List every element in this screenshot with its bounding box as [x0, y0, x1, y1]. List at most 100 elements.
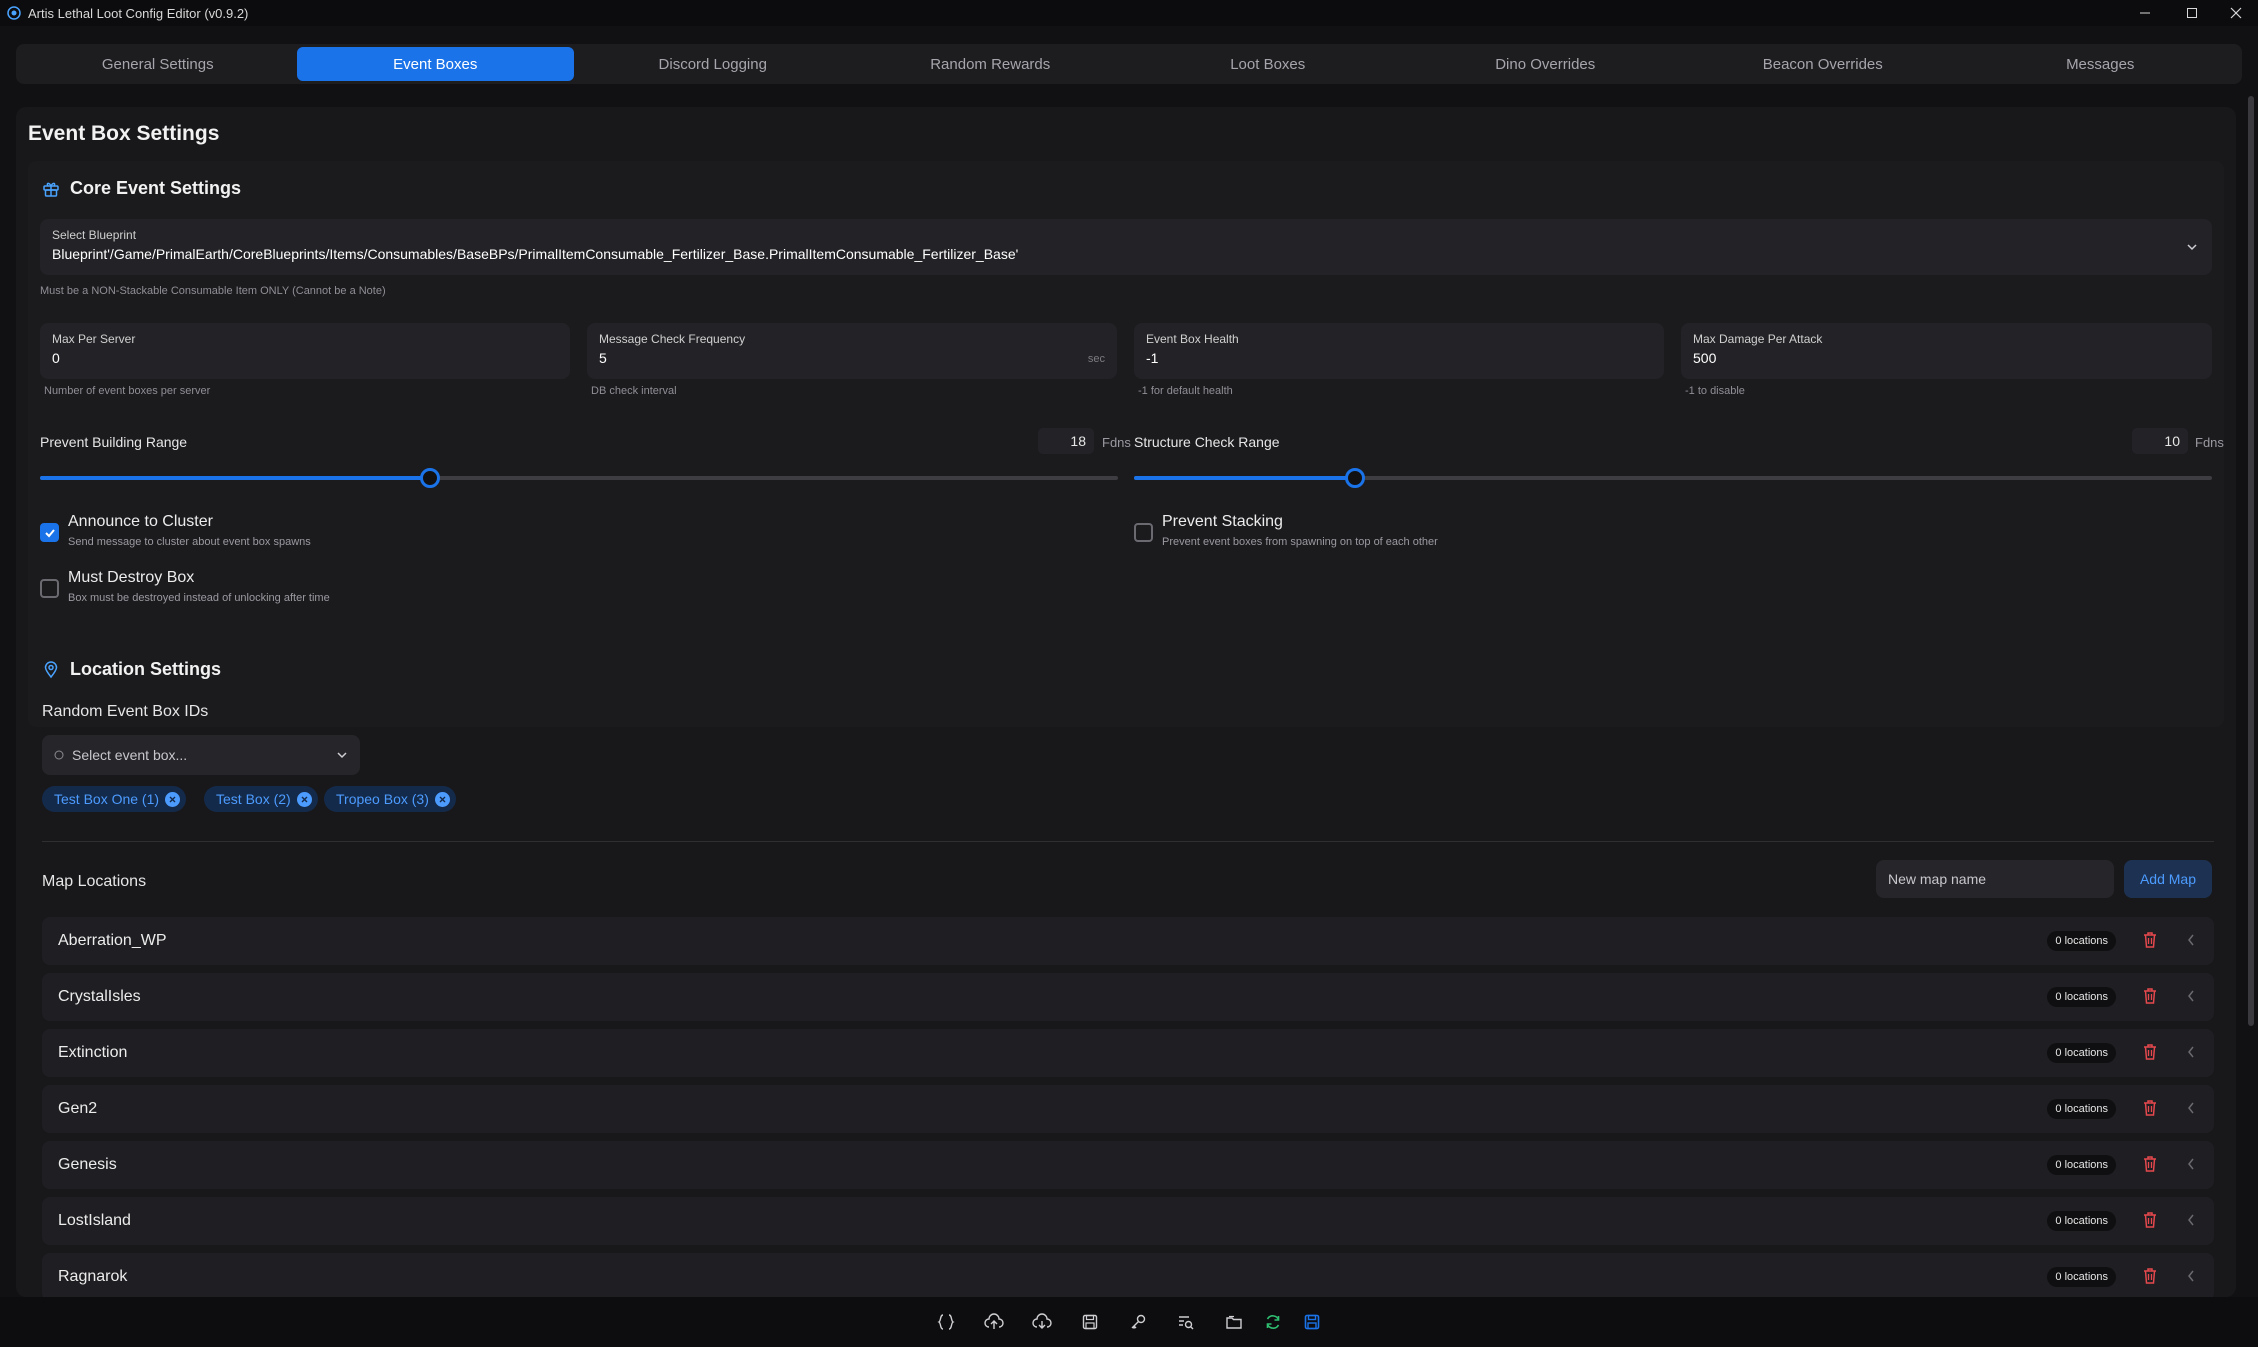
map-row[interactable]: Genesis 0 locations: [42, 1141, 2214, 1189]
message-check-frequency-label: Message Check Frequency: [599, 332, 746, 346]
tab-dino-overrides[interactable]: Dino Overrides: [1407, 47, 1685, 81]
search-list-icon[interactable]: [1162, 1302, 1210, 1342]
message-check-frequency-input[interactable]: Message Check Frequency 5 sec: [587, 323, 1117, 379]
location-settings-card: Location Settings Random Event Box IDs S…: [28, 637, 2224, 1297]
braces-icon[interactable]: [922, 1302, 970, 1342]
must-destroy-box-sub: Box must be destroyed instead of unlocki…: [68, 592, 330, 604]
event-box-health-hint: -1 for default health: [1138, 385, 1233, 397]
map-row[interactable]: Aberration_WP 0 locations: [42, 917, 2214, 965]
key-icon[interactable]: [1114, 1302, 1162, 1342]
tab-messages[interactable]: Messages: [1962, 47, 2240, 81]
prevent-building-range-value[interactable]: 18: [1038, 428, 1094, 454]
blueprint-value: Blueprint'/Game/PrimalEarth/CoreBlueprin…: [52, 246, 1019, 262]
structure-check-range-slider[interactable]: [1134, 468, 2212, 488]
title-bar: Artis Lethal Loot Config Editor (v0.9.2): [0, 0, 2258, 26]
location-count-badge: 0 locations: [2047, 1043, 2116, 1063]
tab-general-settings[interactable]: General Settings: [19, 47, 297, 81]
event-box-health-input[interactable]: Event Box Health -1: [1134, 323, 1664, 379]
map-row[interactable]: CrystalIsles 0 locations: [42, 973, 2214, 1021]
map-name: CrystalIsles: [58, 988, 141, 1005]
map-name: LostIsland: [58, 1212, 131, 1229]
max-per-server-hint: Number of event boxes per server: [44, 385, 211, 397]
chevron-left-icon[interactable]: [2186, 1269, 2196, 1283]
trash-icon[interactable]: [2142, 1211, 2158, 1229]
cloud-upload-icon[interactable]: [970, 1302, 1018, 1342]
event-box-health-label: Event Box Health: [1146, 332, 1239, 346]
map-name: Extinction: [58, 1044, 128, 1061]
map-row[interactable]: Extinction 0 locations: [42, 1029, 2214, 1077]
tab-event-boxes[interactable]: Event Boxes: [296, 47, 574, 81]
chevron-left-icon[interactable]: [2186, 989, 2196, 1003]
tab-random-rewards[interactable]: Random Rewards: [852, 47, 1130, 81]
structure-check-range-thumb[interactable]: [1344, 468, 1365, 488]
window-title: Artis Lethal Loot Config Editor (v0.9.2): [28, 5, 249, 21]
cloud-download-icon[interactable]: [1018, 1302, 1066, 1342]
chip-label: Tropeo Box (3): [336, 791, 429, 807]
max-per-server-input[interactable]: Max Per Server 0: [40, 323, 570, 379]
refresh-icon[interactable]: [1258, 1302, 1288, 1342]
tab-discord-logging[interactable]: Discord Logging: [574, 47, 852, 81]
map-name: Genesis: [58, 1156, 117, 1173]
structure-check-range-unit: Fdns: [2195, 435, 2224, 450]
event-box-chip: Test Box (2): [204, 786, 318, 812]
tab-loot-boxes[interactable]: Loot Boxes: [1129, 47, 1407, 81]
trash-icon[interactable]: [2142, 1043, 2158, 1061]
prevent-building-range-thumb[interactable]: [420, 468, 441, 488]
prevent-building-range-slider[interactable]: [40, 468, 1118, 488]
structure-check-range-value[interactable]: 10: [2132, 428, 2188, 454]
tab-beacon-overrides[interactable]: Beacon Overrides: [1684, 47, 1962, 81]
chip-remove-icon[interactable]: [434, 791, 450, 807]
announce-to-cluster-title: Announce to Cluster: [68, 513, 213, 530]
must-destroy-box-checkbox[interactable]: [40, 579, 59, 598]
maximize-button[interactable]: [2168, 0, 2216, 26]
bottom-toolbar: [0, 1297, 2258, 1347]
event-box-settings-panel: Event Box Settings Core Event Settings S…: [16, 107, 2236, 1297]
checkmark-icon: [44, 528, 55, 537]
map-row[interactable]: Ragnarok 0 locations: [42, 1253, 2214, 1297]
folder-icon[interactable]: [1210, 1302, 1258, 1342]
max-damage-per-attack-input[interactable]: Max Damage Per Attack 500: [1681, 323, 2212, 379]
chevron-down-icon: [337, 752, 347, 759]
chevron-left-icon[interactable]: [2186, 1045, 2196, 1059]
minimize-button[interactable]: [2121, 0, 2169, 26]
new-map-name-input[interactable]: New map name: [1876, 860, 2114, 898]
app-logo-icon: [6, 5, 22, 21]
trash-icon[interactable]: [2142, 1155, 2158, 1173]
announce-to-cluster-checkbox[interactable]: [40, 523, 59, 542]
blueprint-select[interactable]: Select Blueprint Blueprint'/Game/PrimalE…: [40, 219, 2212, 275]
chip-remove-icon[interactable]: [296, 791, 312, 807]
add-map-button[interactable]: Add Map: [2124, 860, 2212, 898]
event-box-chip: Test Box One (1): [42, 786, 187, 812]
map-row[interactable]: Gen2 0 locations: [42, 1085, 2214, 1133]
chip-remove-icon[interactable]: [165, 791, 181, 807]
event-box-select[interactable]: Select event box...: [42, 735, 360, 775]
main-tabs: General Settings Event Boxes Discord Log…: [16, 44, 2242, 84]
chevron-left-icon[interactable]: [2186, 1213, 2196, 1227]
gift-icon: [43, 182, 59, 197]
maximize-icon: [2187, 8, 2197, 18]
save-icon[interactable]: [1288, 1302, 1336, 1342]
chevron-left-icon[interactable]: [2186, 933, 2196, 947]
must-destroy-box-title: Must Destroy Box: [68, 569, 195, 586]
blueprint-hint: Must be a NON-Stackable Consumable Item …: [40, 285, 386, 297]
trash-icon[interactable]: [2142, 1267, 2158, 1285]
chevron-left-icon[interactable]: [2186, 1101, 2196, 1115]
prevent-stacking-checkbox[interactable]: [1134, 523, 1153, 542]
max-per-server-label: Max Per Server: [52, 332, 136, 346]
chevron-left-icon[interactable]: [2186, 1157, 2196, 1171]
location-count-badge: 0 locations: [2047, 931, 2116, 951]
new-map-name-placeholder: New map name: [1888, 871, 1987, 887]
trash-icon[interactable]: [2142, 1099, 2158, 1117]
trash-icon[interactable]: [2142, 931, 2158, 949]
location-count-badge: 0 locations: [2047, 1267, 2116, 1287]
structure-check-range-fill: [1134, 476, 1355, 480]
message-check-frequency-unit: sec: [1087, 353, 1105, 365]
save-file-icon[interactable]: [1066, 1302, 1114, 1342]
minimize-icon: [2140, 12, 2150, 14]
location-count-badge: 0 locations: [2047, 987, 2116, 1007]
close-button[interactable]: [2212, 0, 2258, 26]
location-count-badge: 0 locations: [2047, 1211, 2116, 1231]
scrollbar[interactable]: [2248, 96, 2254, 1026]
map-row[interactable]: LostIsland 0 locations: [42, 1197, 2214, 1245]
trash-icon[interactable]: [2142, 987, 2158, 1005]
